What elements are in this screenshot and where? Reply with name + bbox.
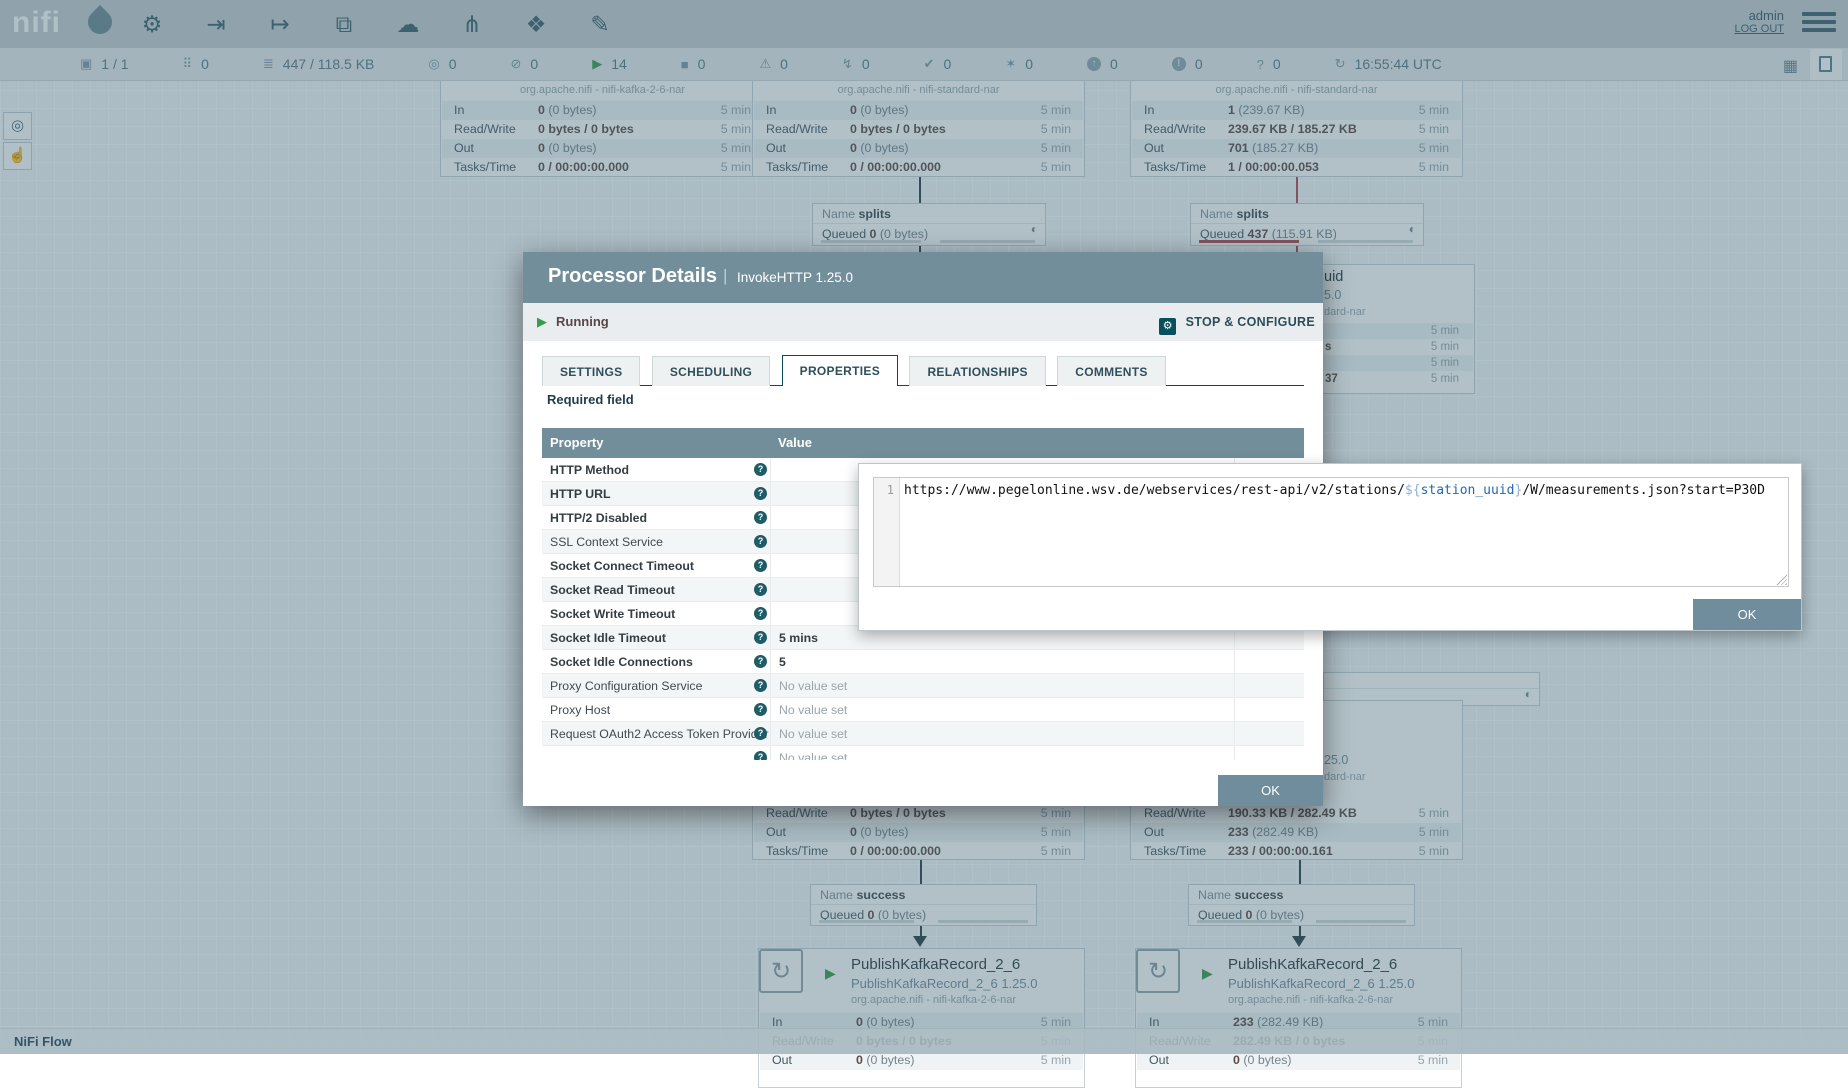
property-row: ?No value set [542,746,1304,760]
stop-and-configure-button[interactable]: ⚙ STOP & CONFIGURE [1159,313,1315,335]
tab-scheduling[interactable]: SCHEDULING [652,356,770,386]
help-icon[interactable]: ? [754,607,767,620]
property-row: Request OAuth2 Access Token Provider?No … [542,722,1304,746]
help-icon[interactable]: ? [754,655,767,668]
title-separator: | [723,266,727,286]
run-state-label: Running [556,314,609,329]
property-row: Socket Idle Connections?5 [542,650,1304,674]
help-icon[interactable]: ? [754,583,767,596]
tab-relationships[interactable]: RELATIONSHIPS [909,356,1045,386]
processor-type-version: InvokeHTTP 1.25.0 [737,270,853,285]
editor-code-line[interactable]: https://www.pegelonline.wsv.de/webservic… [904,483,1784,498]
required-field-note: Required field [547,392,634,407]
resize-handle[interactable] [1776,574,1787,585]
property-row: Proxy Configuration Service?No value set [542,674,1304,698]
help-icon[interactable]: ? [754,751,767,760]
help-icon[interactable]: ? [754,727,767,740]
property-value-cell[interactable]: 5 [770,650,1234,673]
value-column-header: Value [778,435,812,450]
properties-table-header: Property Value [542,428,1304,458]
property-column-header: Property [550,435,603,450]
editor-ok-button[interactable]: OK [1693,599,1801,630]
expression-editor[interactable]: 1 https://www.pegelonline.wsv.de/webserv… [873,477,1789,587]
help-icon[interactable]: ? [754,487,767,500]
property-value-editor-popup: 1 https://www.pegelonline.wsv.de/webserv… [858,463,1802,631]
tab-settings[interactable]: SETTINGS [542,356,640,386]
property-value-cell[interactable]: No value set [770,746,1234,760]
dialog-status-row: ▶ Running ⚙ STOP & CONFIGURE [523,303,1323,341]
tab-comments[interactable]: COMMENTS [1057,356,1165,386]
dialog-ok-button[interactable]: OK [1218,775,1323,806]
dialog-title: Processor Details [548,265,717,288]
property-value-cell[interactable]: No value set [770,698,1234,721]
help-icon[interactable]: ? [754,511,767,524]
property-value-cell[interactable]: No value set [770,674,1234,697]
dialog-header: Processor Details | InvokeHTTP 1.25.0 [523,252,1323,303]
help-icon[interactable]: ? [754,679,767,692]
stop-configure-gear-icon: ⚙ [1159,318,1176,335]
line-number-gutter: 1 [874,478,900,586]
help-icon[interactable]: ? [754,463,767,476]
help-icon[interactable]: ? [754,703,767,716]
running-play-icon: ▶ [537,314,547,330]
property-value-cell[interactable]: No value set [770,722,1234,745]
help-icon[interactable]: ? [754,535,767,548]
dialog-tabs: SETTINGS SCHEDULING PROPERTIES RELATIONS… [542,355,1304,386]
help-icon[interactable]: ? [754,559,767,572]
help-icon[interactable]: ? [754,631,767,644]
tab-properties[interactable]: PROPERTIES [782,355,898,386]
property-row: Proxy Host?No value set [542,698,1304,722]
